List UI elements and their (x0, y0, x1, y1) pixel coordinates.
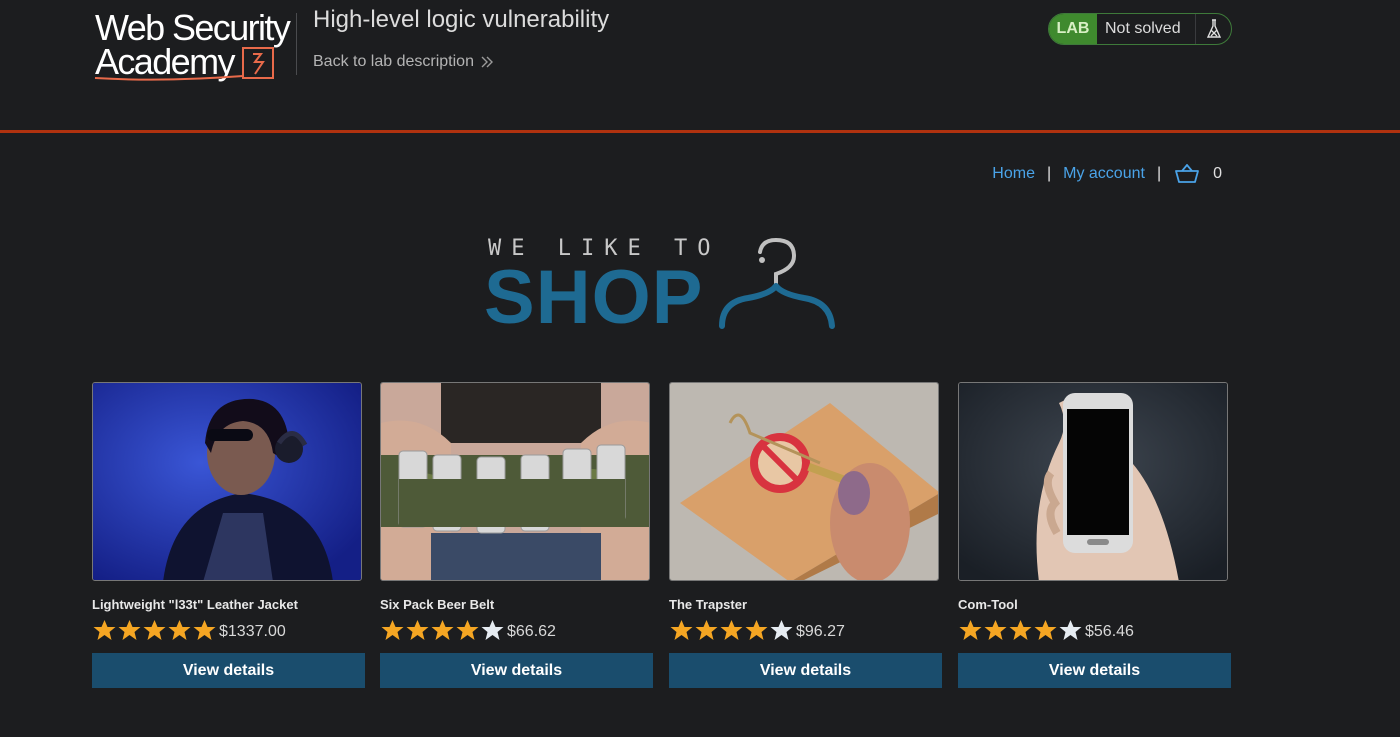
star-icon (1059, 620, 1082, 640)
star-icon (481, 620, 504, 640)
star-icon (118, 620, 141, 640)
product-card: Com-Tool $56.46 View details (958, 382, 1232, 688)
product-rating: $56.46 (958, 618, 1232, 642)
star-icon (93, 620, 116, 640)
product-name: Six Pack Beer Belt (380, 597, 495, 612)
nav-separator: | (1156, 165, 1162, 182)
star-icon (406, 620, 429, 640)
star-icon (770, 620, 793, 640)
star-icon (959, 620, 982, 640)
product-price: $1337.00 (219, 623, 286, 640)
star-icon (193, 620, 216, 640)
product-price: $56.46 (1085, 623, 1134, 640)
star-icon (381, 620, 404, 640)
star-icon (1009, 620, 1032, 640)
product-price: $96.27 (796, 623, 845, 640)
product-image (958, 382, 1228, 581)
star-icon (1034, 620, 1057, 640)
logo-swoosh-icon (94, 47, 274, 81)
product-rating: $66.62 (380, 618, 654, 642)
star-icon (745, 620, 768, 640)
star-icon (670, 620, 693, 640)
banner-headline: SHOP (484, 255, 704, 340)
flask-icon (1196, 14, 1231, 44)
star-icon (143, 620, 166, 640)
view-details-button[interactable]: View details (669, 653, 942, 688)
product-card: Six Pack Beer Belt $66.62 View details (380, 382, 654, 688)
product-image (92, 382, 362, 581)
view-details-button[interactable]: View details (958, 653, 1231, 688)
product-card: The Trapster $96.27 View details (669, 382, 943, 688)
product-rating: $96.27 (669, 618, 943, 642)
view-details-button[interactable]: View details (92, 653, 365, 688)
star-icon (984, 620, 1007, 640)
product-image (669, 382, 939, 581)
nav-separator: | (1046, 165, 1052, 182)
lab-status-text: Not solved (1097, 14, 1196, 44)
home-link[interactable]: Home (992, 165, 1035, 183)
product-name: The Trapster (669, 597, 748, 612)
back-link-label: Back to lab description (313, 53, 474, 70)
shop-banner: WE LIKE TO SHOP (484, 234, 846, 338)
product-image (380, 382, 650, 581)
lab-status-widget: LAB Not solved (1048, 13, 1232, 45)
product-card: Lightweight "l33t" Leather Jacket $1337.… (92, 382, 366, 688)
star-icon (695, 620, 718, 640)
product-name: Com-Tool (958, 597, 1018, 612)
star-icon (456, 620, 479, 640)
product-price: $66.62 (507, 623, 556, 640)
hanger-icon (719, 238, 835, 329)
cart-link[interactable]: 0 (1175, 164, 1222, 184)
star-icon (720, 620, 743, 640)
star-icon (168, 620, 191, 640)
product-rating: $1337.00 (92, 618, 366, 642)
my-account-link[interactable]: My account (1063, 165, 1145, 183)
top-navigation: Home | My account | 0 (992, 164, 1222, 184)
product-name: Lightweight "l33t" Leather Jacket (92, 597, 298, 612)
double-chevron-right-icon (481, 56, 493, 68)
back-to-lab-description-link[interactable]: Back to lab description (313, 53, 494, 71)
web-security-academy-logo[interactable]: Web Security Academy (93, 10, 293, 84)
star-icon (431, 620, 454, 640)
view-details-button[interactable]: View details (380, 653, 653, 688)
header-divider (296, 13, 297, 75)
cart-count: 0 (1213, 165, 1222, 182)
lab-badge: LAB (1049, 14, 1097, 44)
academy-header: Web Security Academy High-level logic vu… (0, 0, 1400, 133)
lab-title: High-level logic vulnerability (313, 6, 610, 33)
basket-icon (1175, 164, 1199, 183)
